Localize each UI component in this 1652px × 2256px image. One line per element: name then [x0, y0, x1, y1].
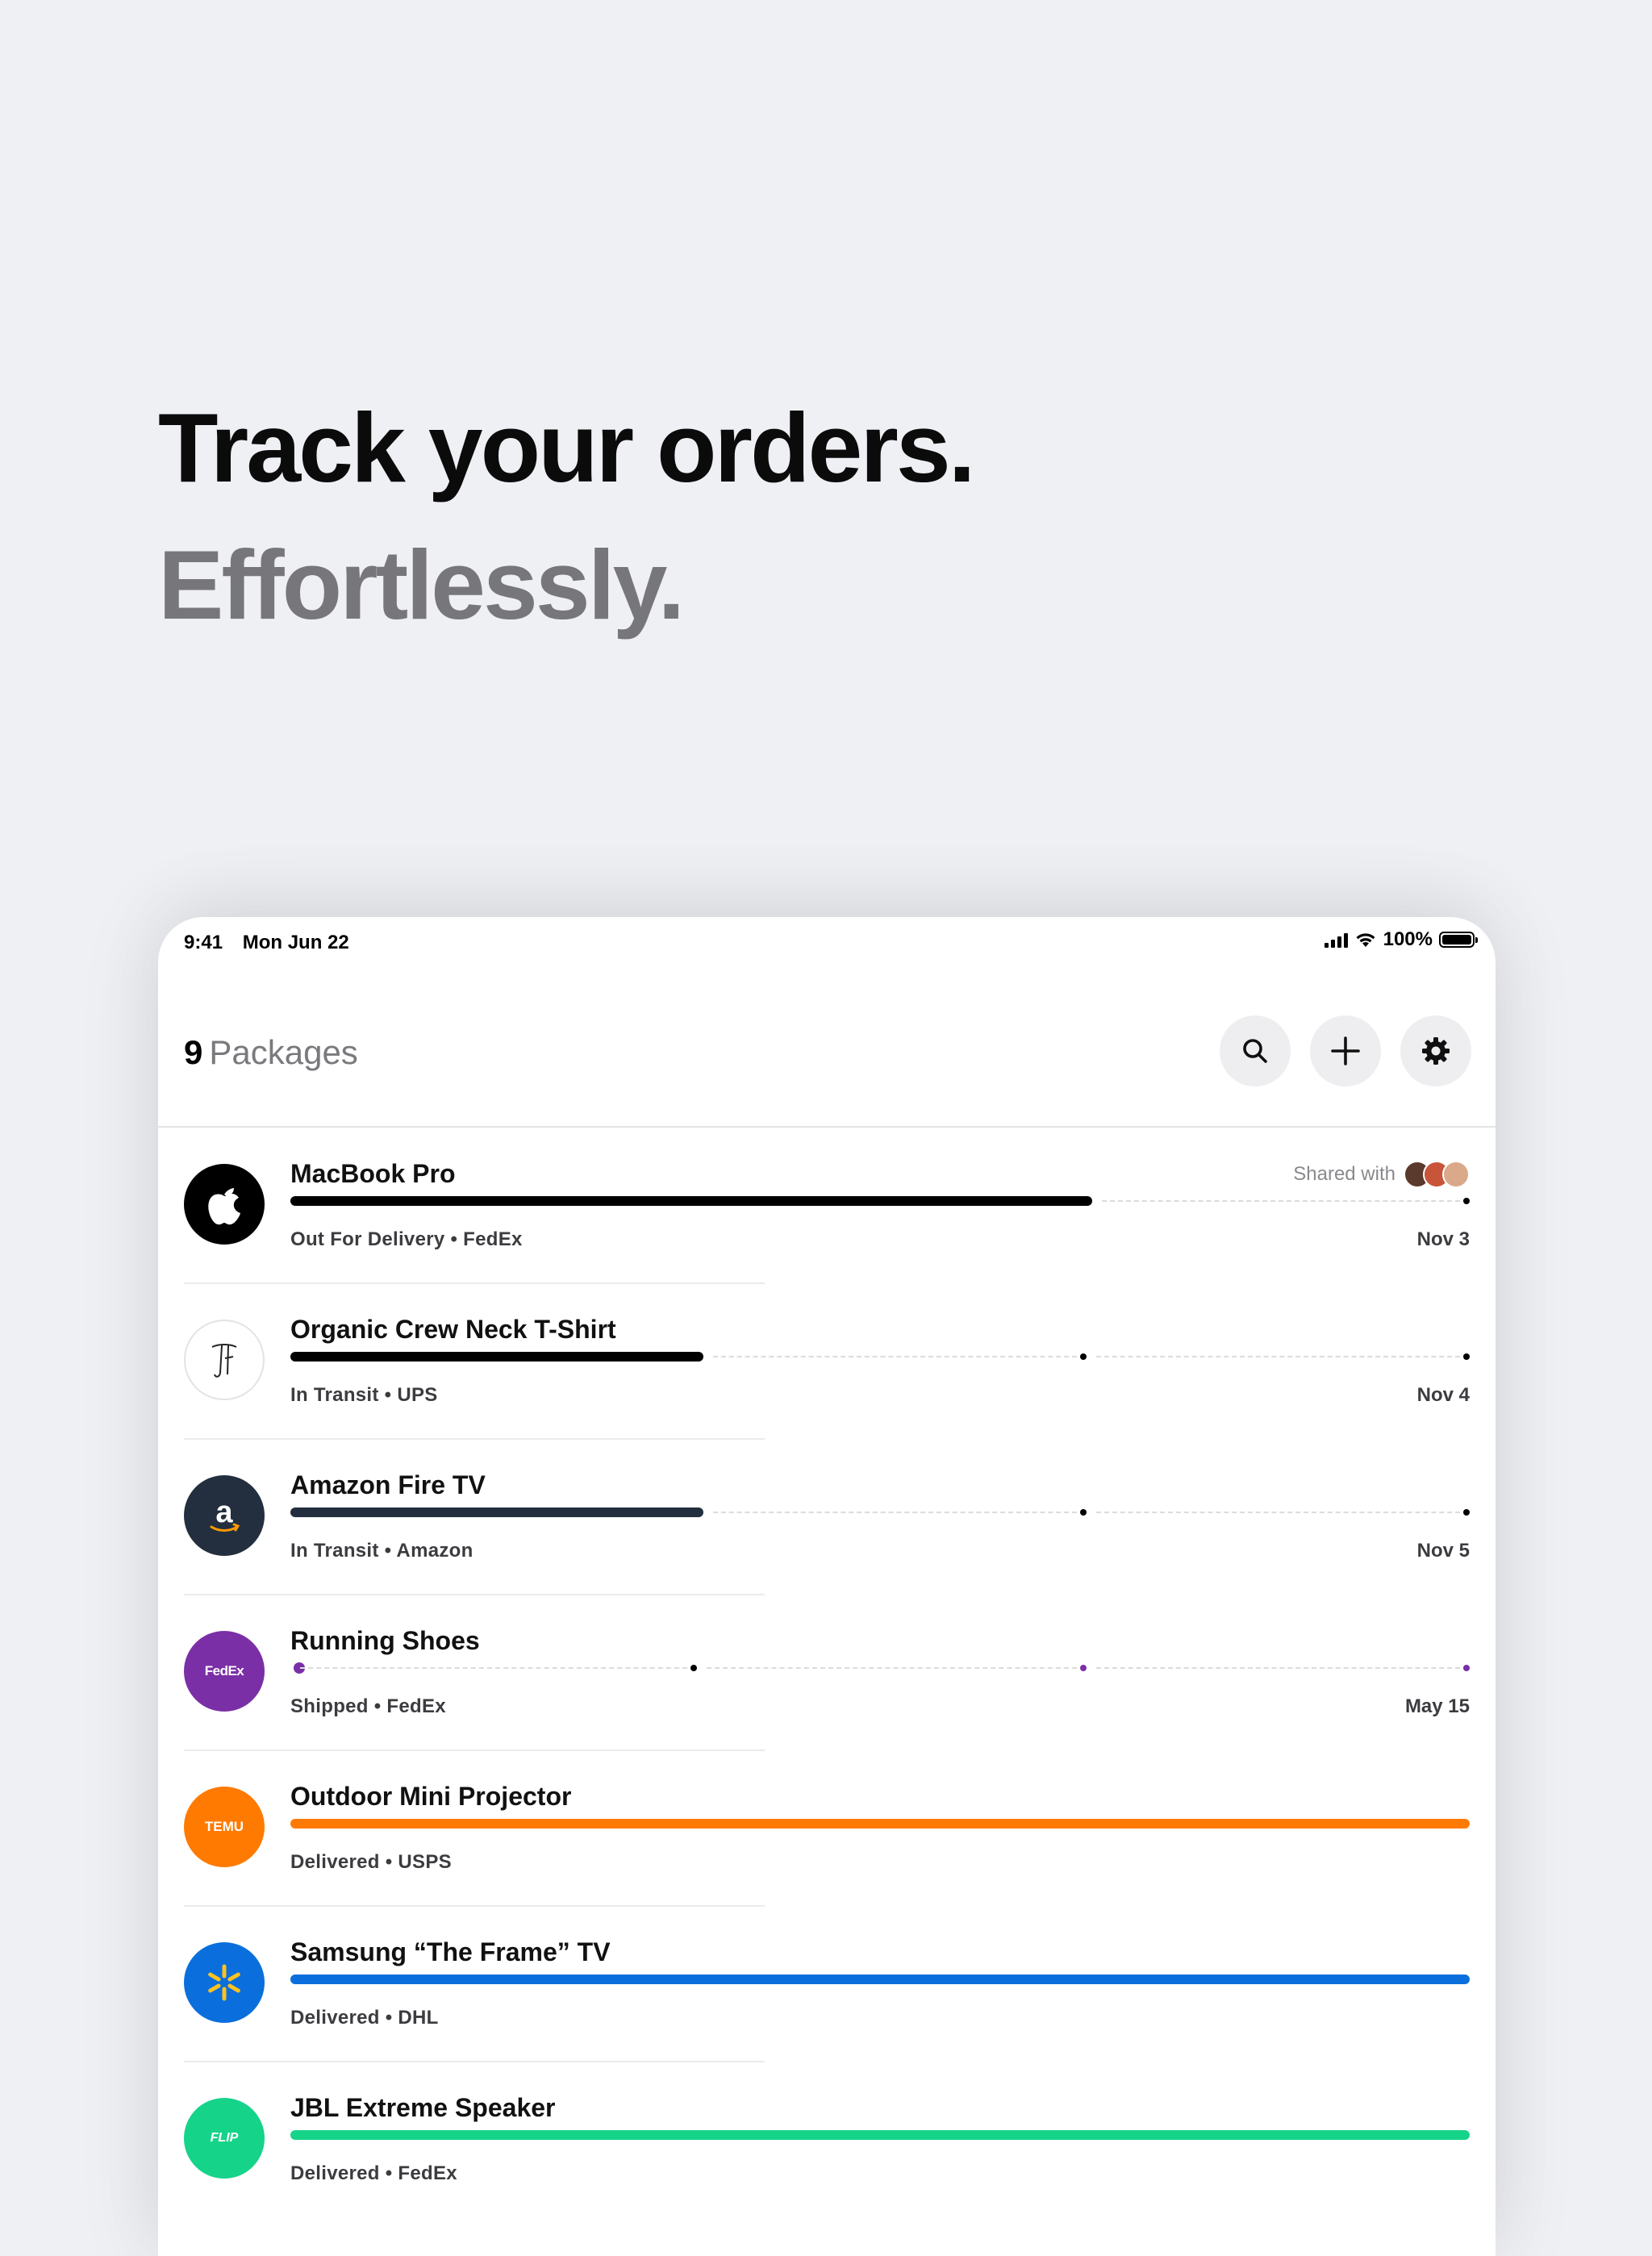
package-list: MacBook Pro Shared with Out For Delivery…: [158, 1128, 1496, 2218]
status-bar: 9:41 Mon Jun 22 100%: [184, 924, 1478, 961]
delivery-date: May 15: [1404, 1695, 1470, 1717]
plus-icon: [1331, 1036, 1360, 1065]
delivery-date: Nov 5: [1416, 1540, 1470, 1562]
progress-track: [290, 1662, 1470, 1674]
package-name: Outdoor Mini Projector: [290, 1782, 572, 1811]
package-status: Delivered • USPS: [290, 1851, 452, 1873]
progress-track: [290, 1350, 1470, 1363]
packages-label: Packages: [209, 1033, 358, 1071]
search-button[interactable]: [1220, 1015, 1291, 1086]
delivery-date: Nov 3: [1416, 1228, 1470, 1250]
progress-track: [290, 1506, 1470, 1519]
brand-monogram-logo: [184, 1320, 265, 1400]
progress-checkpoint-dot: [1463, 1198, 1470, 1204]
progress-checkpoint-dot: [1079, 1509, 1087, 1516]
package-name: MacBook Pro: [290, 1159, 456, 1188]
temu-logo-text: TEMU: [204, 1819, 244, 1834]
ipad-screen: 9:41 Mon Jun 22 100% 9 Packages MacBook …: [158, 917, 1496, 2256]
amazon-logo: a: [184, 1475, 265, 1556]
progress-track: [290, 1195, 1470, 1207]
progress-checkpoint-dot: [1079, 1665, 1087, 1671]
progress-remaining-dashes: [712, 1356, 1077, 1357]
settings-button[interactable]: [1400, 1015, 1471, 1086]
status-time: 9:41: [184, 932, 223, 953]
progress-checkpoint-dot: [1463, 1353, 1470, 1360]
wifi-icon: [1356, 933, 1375, 947]
package-name: Amazon Fire TV: [290, 1470, 486, 1499]
hero-headline: Track your orders. Effortlessly.: [158, 379, 976, 653]
avatar: [1442, 1161, 1470, 1188]
package-row[interactable]: a Amazon Fire TV In Transit • Amazon Nov…: [158, 1440, 1496, 1595]
package-status: Delivered • DHL: [290, 2007, 439, 2029]
package-row[interactable]: FLIP JBL Extreme Speaker Delivered • Fed…: [158, 2062, 1496, 2218]
progress-remaining-dashes: [1102, 1200, 1460, 1202]
progress-remaining-dashes: [712, 1512, 1077, 1513]
progress-checkpoint-dot: [1463, 1509, 1470, 1516]
headline-subtitle: Effortlessly.: [158, 530, 685, 640]
progress-track: [290, 1973, 1470, 1986]
progress-bar-fill: [290, 2130, 1470, 2140]
package-name: Samsung “The Frame” TV: [290, 1937, 611, 1966]
progress-remaining-dashes: [300, 1667, 688, 1669]
header-actions: [1220, 1015, 1471, 1086]
progress-track: [290, 2129, 1470, 2141]
walmart-logo: [184, 1942, 265, 2023]
flip-logo-text: FLIP: [210, 2131, 239, 2145]
progress-remaining-dashes: [1095, 1512, 1460, 1513]
progress-checkpoint-dot: [690, 1665, 698, 1671]
status-date: Mon Jun 22: [242, 932, 349, 953]
progress-remaining-dashes: [1095, 1667, 1460, 1669]
fedex-logo: FedEx: [184, 1631, 265, 1712]
add-package-button[interactable]: [1310, 1015, 1381, 1086]
package-name: Running Shoes: [290, 1626, 480, 1655]
page-title: 9 Packages: [184, 1033, 358, 1072]
battery-icon: [1439, 932, 1478, 948]
progress-checkpoint-dot: [1079, 1353, 1087, 1360]
header-divider: [158, 1126, 1496, 1128]
fedex-logo-text: FedEx: [204, 1663, 244, 1678]
package-status: Shipped • FedEx: [290, 1695, 446, 1717]
progress-bar-fill: [290, 1507, 703, 1517]
package-status: In Transit • UPS: [290, 1384, 438, 1406]
progress-bar-fill: [290, 1196, 1093, 1206]
battery-percent: 100%: [1383, 928, 1433, 950]
progress-remaining-dashes: [707, 1667, 1077, 1669]
svg-text:a: a: [215, 1495, 233, 1529]
progress-checkpoint-dot: [1463, 1665, 1470, 1671]
package-row[interactable]: MacBook Pro Shared with Out For Delivery…: [158, 1128, 1496, 1284]
shared-with[interactable]: Shared with: [1293, 1161, 1470, 1188]
package-row[interactable]: Organic Crew Neck T-Shirt In Transit • U…: [158, 1284, 1496, 1440]
package-count: 9: [184, 1033, 203, 1071]
progress-track: [290, 1817, 1470, 1830]
package-status: In Transit • Amazon: [290, 1540, 473, 1562]
progress-bar-fill: [290, 1975, 1470, 1984]
package-name: JBL Extreme Speaker: [290, 2093, 556, 2122]
package-row[interactable]: TEMU Outdoor Mini Projector Delivered • …: [158, 1751, 1496, 1907]
search-icon: [1243, 1039, 1267, 1063]
progress-bar-fill: [290, 1352, 703, 1362]
package-status: Delivered • FedEx: [290, 2162, 457, 2184]
headline-title: Track your orders.: [158, 393, 976, 502]
status-left: 9:41 Mon Jun 22: [184, 932, 349, 954]
package-name: Organic Crew Neck T-Shirt: [290, 1315, 616, 1344]
flip-logo: FLIP: [184, 2098, 265, 2179]
shared-avatars: [1404, 1161, 1470, 1188]
shared-label: Shared with: [1293, 1163, 1395, 1185]
package-row[interactable]: Samsung “The Frame” TV Delivered • DHL: [158, 1907, 1496, 2062]
package-row[interactable]: FedEx Running Shoes Shipped • FedEx May …: [158, 1595, 1496, 1751]
packages-header: 9 Packages: [184, 1015, 1471, 1088]
cellular-signal-icon: [1324, 932, 1348, 948]
progress-bar-fill: [290, 1819, 1470, 1829]
delivery-date: Nov 4: [1416, 1384, 1470, 1406]
package-status: Out For Delivery • FedEx: [290, 1228, 523, 1250]
progress-remaining-dashes: [1095, 1356, 1460, 1357]
status-right: 100%: [1324, 928, 1478, 951]
temu-logo: TEMU: [184, 1787, 265, 1867]
apple-logo: [184, 1164, 265, 1245]
gear-icon: [1422, 1037, 1450, 1065]
